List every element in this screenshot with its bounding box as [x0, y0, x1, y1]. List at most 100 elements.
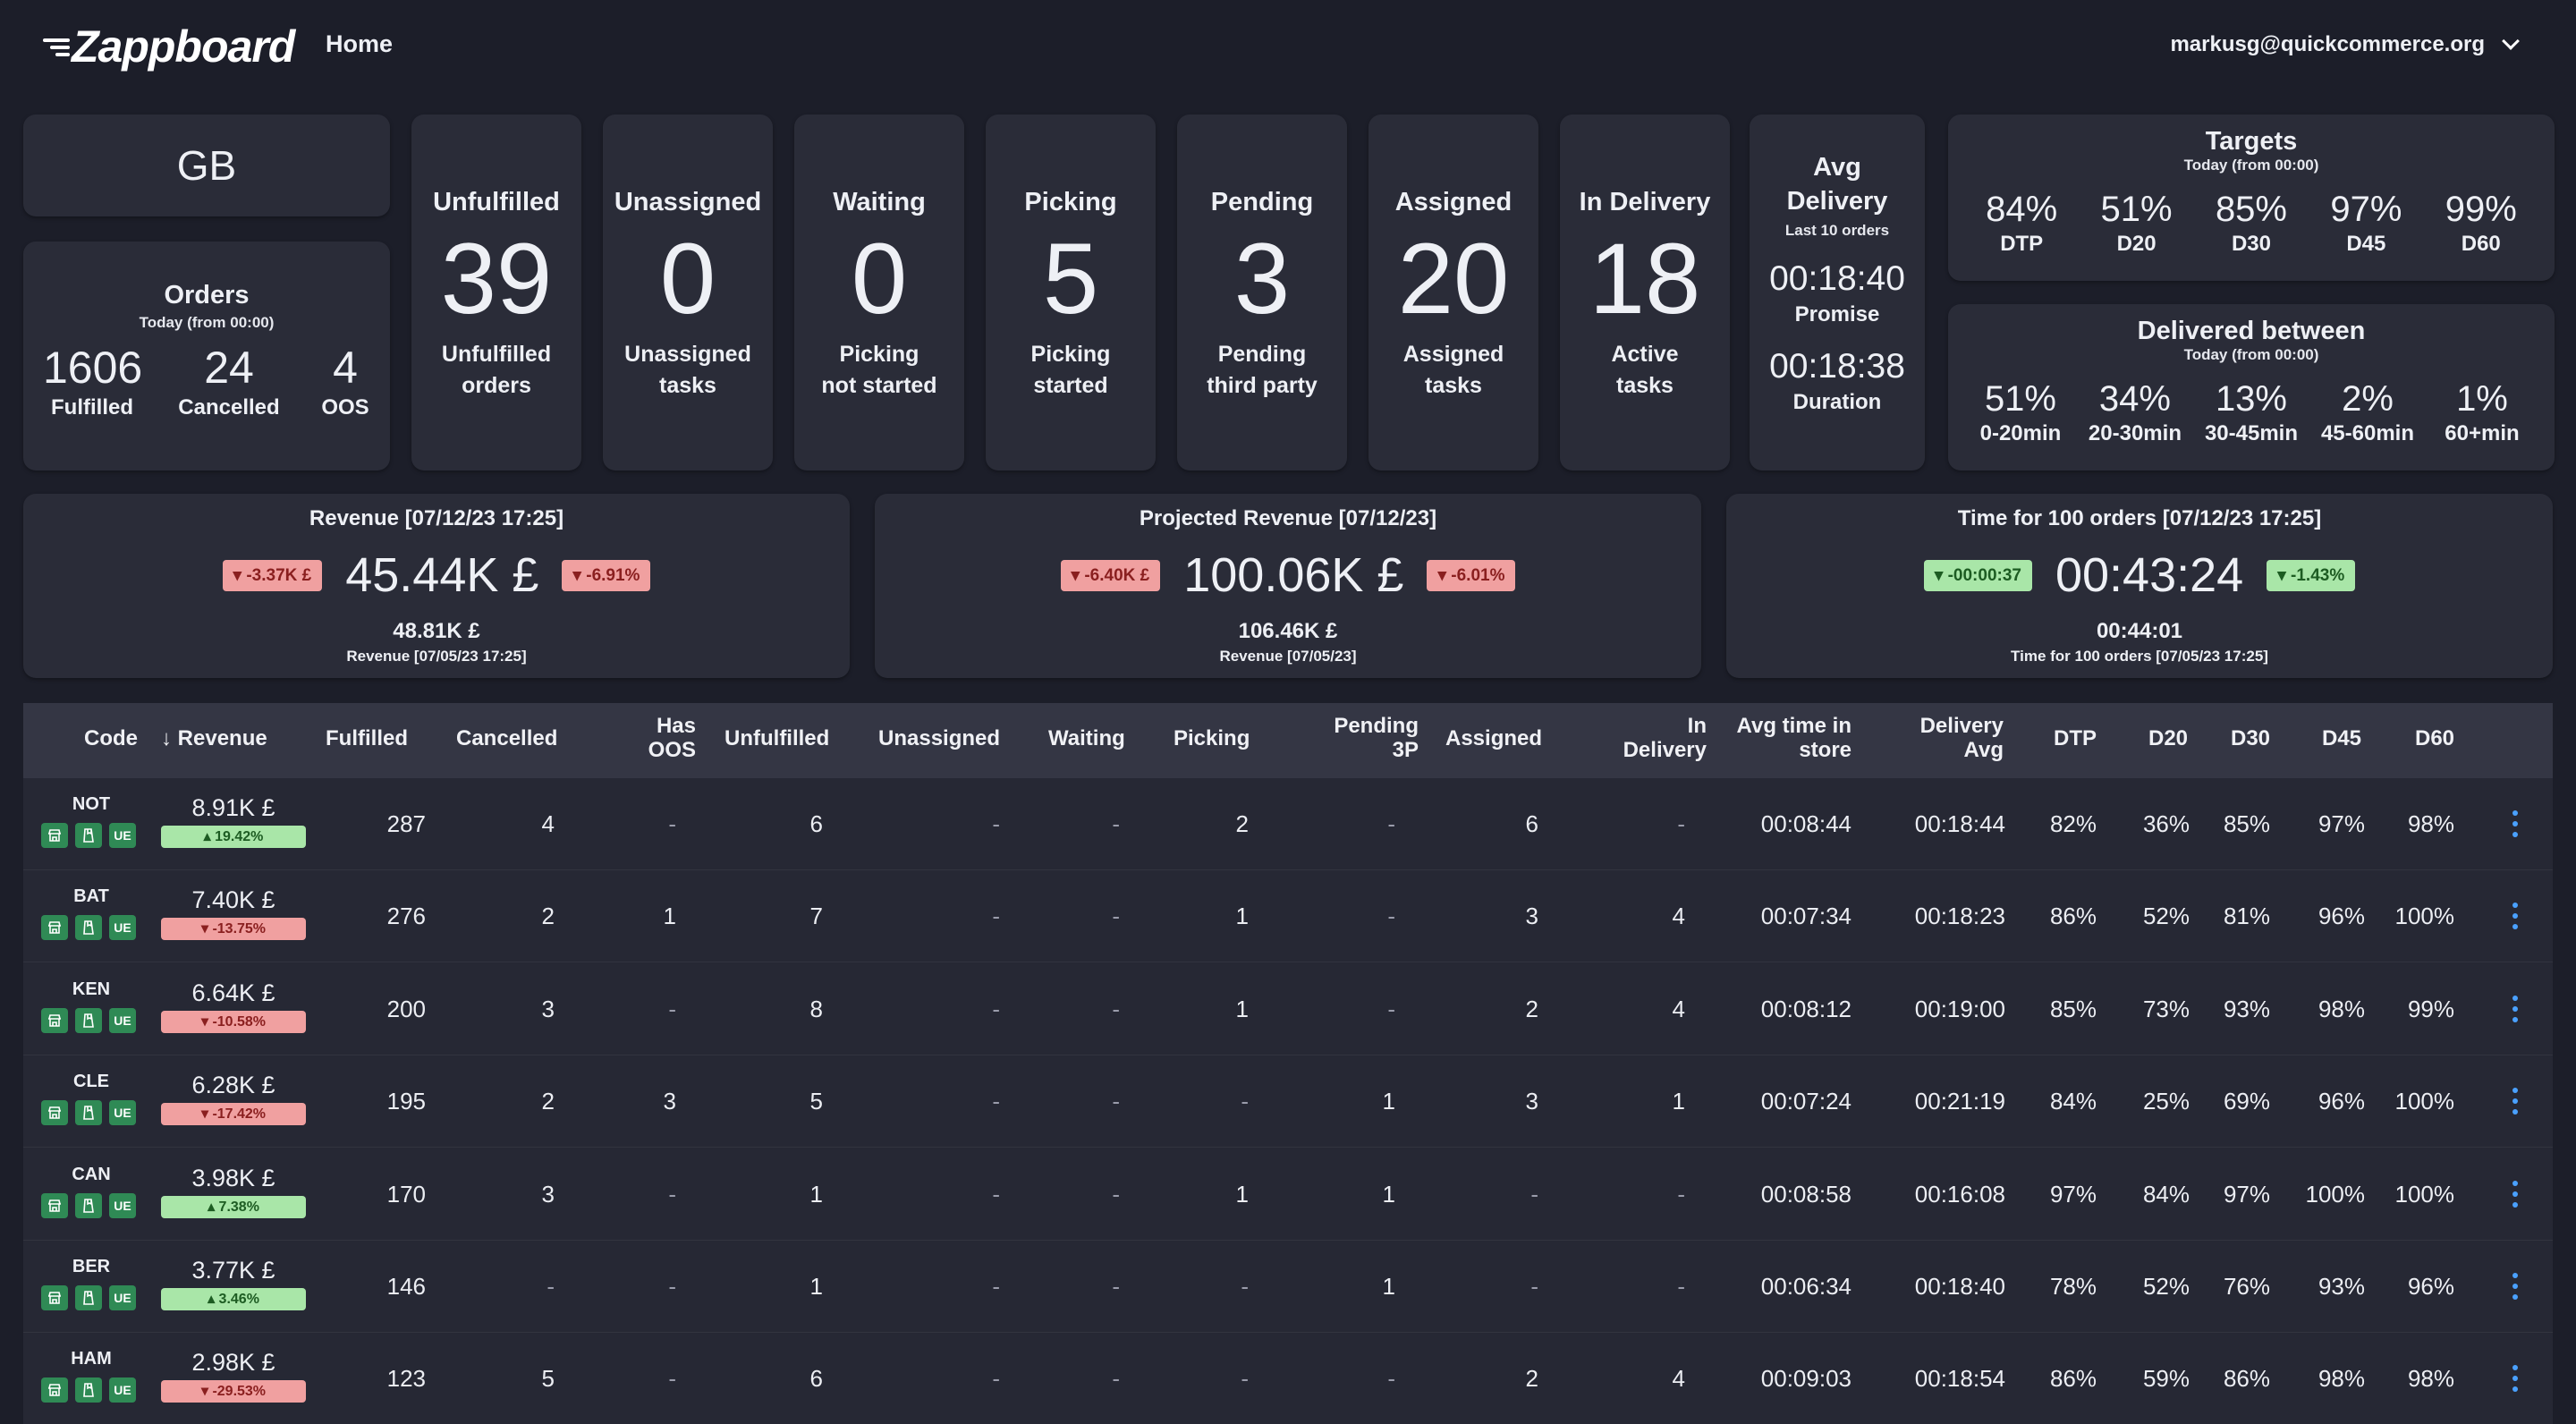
col-cancelled[interactable]: Cancelled — [456, 726, 557, 750]
orders-title: Orders — [164, 281, 250, 309]
revenue-cell: 3.98K £ ▴ 7.38% — [161, 1165, 306, 1218]
table-row[interactable]: KEN UE 6.64K £ ▾ -10.58% 200 3 - 8 - - 1 - 2 4 00:08:1… — [23, 962, 2553, 1055]
delivery-bag-icon[interactable] — [75, 1007, 102, 1033]
cell-dtp: 78% — [2049, 1273, 2097, 1300]
target-d45: 97% D45 — [2330, 190, 2402, 256]
kpi-description: Picking started — [1030, 342, 1111, 398]
kpi-assigned[interactable]: Assigned 20 Assigned tasks — [1368, 114, 1538, 470]
delivery-bag-icon[interactable] — [75, 823, 102, 848]
kpi-description: Pending third party — [1207, 342, 1318, 398]
store-icon[interactable] — [41, 1007, 68, 1033]
store-code[interactable]: BER — [50, 1257, 132, 1277]
kpi-picking[interactable]: Picking 5 Picking started — [986, 114, 1156, 470]
user-menu[interactable]: markusg@quickcommerce.org — [2170, 32, 2520, 57]
store-code[interactable]: KEN — [50, 979, 132, 1000]
table-row[interactable]: CAN UE 3.98K £ ▴ 7.38% 170 3 - 1 - - 1 1 - - 00:08:58 0… — [23, 1148, 2553, 1241]
cell-in-delivery: 4 — [1672, 1365, 1685, 1393]
store-icon[interactable] — [41, 1377, 68, 1403]
store-icon[interactable] — [41, 1192, 68, 1218]
col-in-delivery[interactable]: In Delivery — [1597, 714, 1707, 762]
col-revenue[interactable]: ↓ Revenue — [161, 726, 267, 750]
avg-duration-value: 00:18:38 — [1769, 347, 1905, 386]
store-code[interactable]: BAT — [50, 886, 132, 907]
delivery-bag-icon[interactable] — [75, 1377, 102, 1403]
col-unassigned[interactable]: Unassigned — [878, 726, 1000, 750]
cell-unfulfilled: 5 — [809, 1088, 823, 1115]
cell-assigned: 2 — [1525, 995, 1538, 1022]
kpi-waiting[interactable]: Waiting 0 Picking not started — [794, 114, 964, 470]
store-channel-icons: UE — [41, 915, 136, 941]
delivery-bag-icon[interactable] — [75, 1285, 102, 1310]
col-picking[interactable]: Picking — [1174, 726, 1250, 750]
col-delivery-avg[interactable]: Delivery Avg — [1893, 714, 2004, 762]
row-more-menu-icon[interactable] — [2512, 1273, 2519, 1300]
delivery-bag-icon[interactable] — [75, 1100, 102, 1126]
store-icon[interactable] — [41, 1100, 68, 1126]
ue-icon[interactable]: UE — [109, 1285, 136, 1310]
kpi-value: 18 — [1589, 223, 1701, 335]
delivery-bag-icon[interactable] — [75, 915, 102, 941]
sort-desc-icon: ↓ — [161, 726, 172, 750]
kpi-unfulfilled[interactable]: Unfulfilled 39 Unfulfilled orders — [411, 114, 581, 470]
store-channel-icons: UE — [41, 1100, 136, 1126]
row-more-menu-icon[interactable] — [2512, 1180, 2519, 1208]
row-more-menu-icon[interactable] — [2512, 810, 2519, 837]
table-row[interactable]: CLE UE 6.28K £ ▾ -17.42% 195 2 3 5 - - - 1 3 1 00:07:2… — [23, 1055, 2553, 1149]
col-d30[interactable]: D30 — [2231, 726, 2270, 750]
col-has-oos[interactable]: Has OOS — [617, 714, 696, 762]
col-d20[interactable]: D20 — [2148, 726, 2188, 750]
row-more-menu-icon[interactable] — [2512, 1365, 2519, 1393]
kpi-in-delivery[interactable]: In Delivery 18 Active tasks — [1560, 114, 1730, 470]
col-fulfilled[interactable]: Fulfilled — [326, 726, 408, 750]
delivery-bag-icon[interactable] — [75, 1192, 102, 1218]
store-code[interactable]: HAM — [50, 1349, 132, 1369]
cell-cancelled: 4 — [541, 810, 555, 837]
col-code[interactable]: Code — [84, 726, 138, 750]
table-row[interactable]: BER UE 3.77K £ ▴ 3.46% 146 - - 1 - - - 1 - - 00:06:34 0… — [23, 1241, 2553, 1333]
store-channel-icons: UE — [41, 1192, 136, 1218]
row-more-menu-icon[interactable] — [2512, 1088, 2519, 1115]
ue-icon[interactable]: UE — [109, 823, 136, 848]
store-icon[interactable] — [41, 823, 68, 848]
kpi-unassigned[interactable]: Unassigned 0 Unassigned tasks — [603, 114, 773, 470]
cell-pending: - — [1387, 1365, 1395, 1393]
revenue-card: Revenue [07/12/23 17:25] ▾ -3.37K £ 45.4… — [23, 494, 850, 678]
ue-icon[interactable]: UE — [109, 1192, 136, 1218]
row-more-menu-icon[interactable] — [2512, 995, 2519, 1022]
col-d60[interactable]: D60 — [2415, 726, 2454, 750]
table-row[interactable]: HAM UE 2.98K £ ▾ -29.53% 123 5 - 6 - - - - 2 4 00:09:0… — [23, 1333, 2553, 1424]
user-email: markusg@quickcommerce.org — [2170, 32, 2485, 56]
projected-revenue-value: 100.06K £ — [1183, 548, 1404, 602]
col-avg-time-store[interactable]: Avg time in store — [1723, 714, 1852, 762]
region-card[interactable]: GB — [23, 114, 390, 216]
store-code[interactable]: CLE — [50, 1072, 132, 1092]
nav-home-link[interactable]: Home — [326, 30, 393, 58]
ue-icon[interactable]: UE — [109, 1100, 136, 1126]
col-waiting[interactable]: Waiting — [1048, 726, 1125, 750]
store-code[interactable]: CAN — [50, 1165, 132, 1185]
cell-fulfilled: 287 — [386, 810, 426, 837]
col-unfulfilled[interactable]: Unfulfilled — [724, 726, 829, 750]
ue-icon[interactable]: UE — [109, 1007, 136, 1033]
zappboard-logo[interactable]: Zappboard — [39, 20, 295, 73]
kpi-pending[interactable]: Pending 3 Pending third party — [1177, 114, 1347, 470]
col-dtp[interactable]: DTP — [2054, 726, 2097, 750]
cell-dtp: 82% — [2049, 810, 2097, 837]
row-more-menu-icon[interactable] — [2512, 903, 2519, 930]
store-code[interactable]: NOT — [50, 794, 132, 815]
store-icon[interactable] — [41, 915, 68, 941]
col-assigned[interactable]: Assigned — [1445, 726, 1542, 750]
store-icon[interactable] — [41, 1285, 68, 1310]
table-row[interactable]: NOT UE 8.91K £ ▴ 19.42% 287 4 - 6 - - 2 - 6 - 00:08:44… — [23, 778, 2553, 870]
cell-waiting: - — [1112, 1088, 1120, 1115]
ue-icon[interactable]: UE — [109, 915, 136, 941]
cell-d20: 73% — [2142, 995, 2190, 1022]
cell-d30: 69% — [2223, 1088, 2270, 1115]
col-pending-3p[interactable]: Pending 3P — [1299, 714, 1419, 762]
cell-waiting: - — [1112, 1365, 1120, 1393]
cell-unfulfilled: 6 — [809, 1365, 823, 1393]
col-d45[interactable]: D45 — [2322, 726, 2361, 750]
table-row[interactable]: BAT UE 7.40K £ ▾ -13.75% 276 2 1 7 - - 1 - 3 4 00:07:3… — [23, 870, 2553, 963]
ue-icon[interactable]: UE — [109, 1377, 136, 1403]
cell-d45: 98% — [2318, 995, 2365, 1022]
